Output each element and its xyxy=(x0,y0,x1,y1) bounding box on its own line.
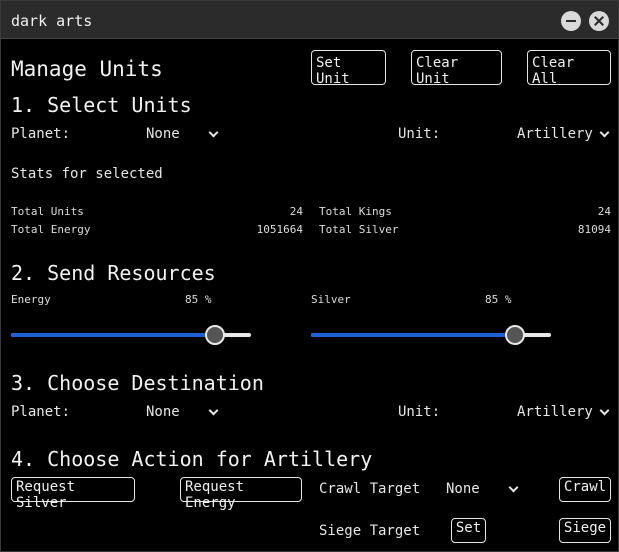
chevron-down-icon xyxy=(599,127,610,137)
request-energy-button[interactable]: Request Energy xyxy=(180,477,302,511)
total-energy-label: Total Energy xyxy=(11,223,91,236)
total-kings-label: Total Kings xyxy=(319,205,392,218)
crawl-target-value: None xyxy=(446,481,480,497)
request-silver-button[interactable]: Request Silver xyxy=(11,477,135,511)
siege-button[interactable]: Siege xyxy=(559,518,611,543)
crawl-button-label: Crawl xyxy=(563,479,607,495)
close-icon[interactable] xyxy=(589,11,609,31)
silver-slider-handle[interactable] xyxy=(505,325,525,345)
crawl-target-select[interactable]: None xyxy=(446,481,519,497)
request-energy-button-label: Request Energy xyxy=(185,479,245,511)
silver-percent: 85 % xyxy=(485,293,512,306)
page-title: Manage Units xyxy=(11,57,163,81)
clear-all-button-label: Clear All xyxy=(532,55,575,87)
total-energy-value: 1051664 xyxy=(256,223,303,236)
set-siege-target-button[interactable]: Set xyxy=(451,518,486,543)
energy-slider[interactable] xyxy=(11,324,251,346)
total-units-value: 24 xyxy=(289,205,303,218)
total-kings-value: 24 xyxy=(597,205,611,218)
destination-planet-select[interactable]: None xyxy=(146,404,219,420)
request-silver-button-label: Request Silver xyxy=(16,479,76,511)
silver-slider[interactable] xyxy=(311,324,551,346)
set-siege-target-button-label: Set xyxy=(455,520,482,536)
energy-slider-handle[interactable] xyxy=(205,325,225,345)
siege-target-label: Siege Target xyxy=(319,523,421,539)
title-bar[interactable]: dark arts xyxy=(1,1,618,39)
unit-select[interactable]: Artillery xyxy=(517,126,610,142)
total-silver-value: 81094 xyxy=(577,223,611,236)
stats-label: Stats for selected xyxy=(11,166,163,182)
total-units-label: Total Units xyxy=(11,205,84,218)
window-title: dark arts xyxy=(11,12,93,30)
destination-planet-label: Planet: xyxy=(11,404,71,420)
set-unit-button[interactable]: Set Unit xyxy=(311,50,386,87)
chevron-down-icon xyxy=(208,405,219,415)
planet-select[interactable]: None xyxy=(146,126,219,142)
crawl-button[interactable]: Crawl xyxy=(559,477,611,502)
chevron-down-icon xyxy=(208,127,219,137)
destination-planet-value: None xyxy=(146,404,180,420)
destination-unit-label: Unit: xyxy=(398,404,441,420)
select-units-heading: 1. Select Units xyxy=(11,93,192,117)
minimize-icon[interactable] xyxy=(561,11,581,31)
total-silver-label: Total Silver xyxy=(319,223,399,236)
set-unit-button-label: Set Unit xyxy=(316,55,350,87)
siege-button-label: Siege xyxy=(563,520,607,536)
send-resources-heading: 2. Send Resources xyxy=(11,261,216,285)
clear-unit-button[interactable]: Clear Unit xyxy=(411,50,502,87)
destination-unit-select[interactable]: Artillery xyxy=(517,404,610,420)
planet-select-value: None xyxy=(146,126,180,142)
energy-percent: 85 % xyxy=(185,293,212,306)
energy-slider-fill xyxy=(11,333,215,337)
unit-select-value: Artillery xyxy=(517,126,593,142)
crawl-target-label: Crawl Target xyxy=(319,481,421,497)
action-heading: 4. Choose Action for Artillery xyxy=(11,447,373,471)
clear-unit-button-label: Clear Unit xyxy=(416,55,459,87)
chevron-down-icon xyxy=(599,405,610,415)
silver-slider-fill xyxy=(311,333,515,337)
unit-label: Unit: xyxy=(398,126,441,142)
destination-unit-value: Artillery xyxy=(517,404,593,420)
chevron-down-icon xyxy=(508,482,519,492)
energy-label: Energy xyxy=(11,293,51,306)
app-window: dark arts Manage Units Set Unit Clear Un… xyxy=(0,0,619,552)
destination-heading: 3. Choose Destination xyxy=(11,371,264,395)
clear-all-button[interactable]: Clear All xyxy=(527,50,611,87)
planet-label: Planet: xyxy=(11,126,71,142)
silver-label: Silver xyxy=(311,293,351,306)
